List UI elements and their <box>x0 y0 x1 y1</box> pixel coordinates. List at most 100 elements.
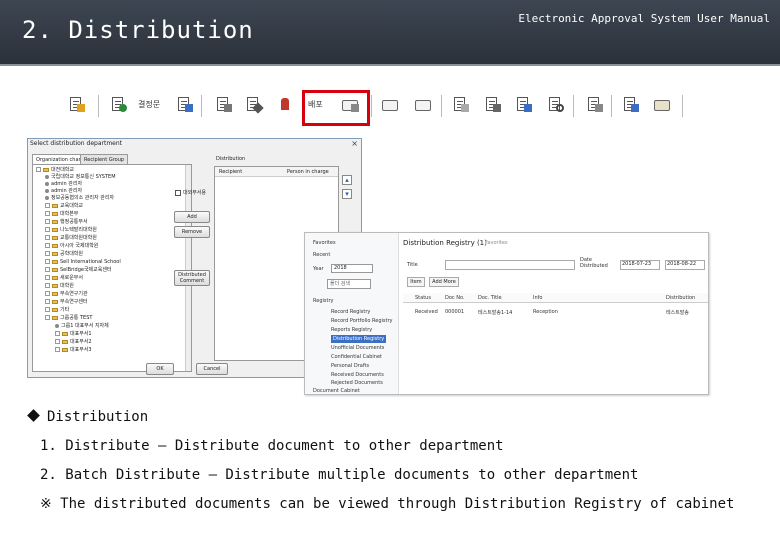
toolbar-divider <box>441 95 442 117</box>
checkbox-icon[interactable] <box>175 189 181 196</box>
copy-document-icon[interactable] <box>450 96 470 114</box>
toolbar-divider <box>682 95 683 117</box>
section-heading: Distribution <box>27 409 148 425</box>
instruction-line: 1. Distribute – Distribute document to o… <box>40 438 504 454</box>
row-title[interactable]: 테스트발송1-14 <box>478 309 512 316</box>
tree-item[interactable]: 정보공동협의소 관리자 관리자 <box>45 195 114 202</box>
recent-link[interactable]: Recent <box>313 252 330 258</box>
distribution-table-header: Recipient Person in charge <box>215 167 338 177</box>
tree-item[interactable]: 행정공통부서 <box>45 219 88 226</box>
registry-tree-item[interactable]: Rejected Documents <box>331 379 383 387</box>
row-status: Received <box>415 309 438 315</box>
date-from-input[interactable]: 2018-07-23 <box>620 260 660 270</box>
edit-document-icon[interactable] <box>213 96 233 114</box>
save-document-icon[interactable] <box>620 96 640 114</box>
column-header[interactable]: Recipient <box>219 169 242 175</box>
tab-recipient-group[interactable]: Recipient Group <box>80 154 129 164</box>
external-dept-checkbox[interactable]: 대외부서용 <box>175 189 206 196</box>
registry-tree-item[interactable]: Confidential Cabinet <box>331 353 382 361</box>
registry-tree-item[interactable]: Unofficial Documents <box>331 344 384 352</box>
tree-item[interactable]: 그룹1 대표부서 지자체 <box>55 323 109 330</box>
pen-icon[interactable] <box>243 96 264 114</box>
column-header[interactable]: Status <box>415 295 431 301</box>
column-header[interactable]: Info <box>533 295 542 301</box>
move-down-icon[interactable]: ▾ <box>342 189 352 199</box>
tree-item[interactable]: 기타 <box>45 307 69 314</box>
tree-item[interactable]: admin 관리자 <box>45 181 82 188</box>
registry-tree-item[interactable]: Document Cabinet <box>313 387 360 395</box>
approve-icon[interactable] <box>108 96 128 114</box>
tab-organization-chart[interactable]: Organization chart <box>32 154 87 164</box>
toolbar-text-button[interactable]: 결정문 <box>138 99 160 110</box>
search-document-icon[interactable] <box>545 96 565 114</box>
registry-tree-item-selected[interactable]: Distribution Registry <box>331 335 387 343</box>
tree-item[interactable]: 나노텍발리대학원 <box>45 227 97 234</box>
add-more-button[interactable]: Add More <box>429 277 459 287</box>
tree-item[interactable]: 대학본부 <box>45 211 78 218</box>
folder-search-input[interactable]: 폴더 검색 <box>327 279 371 289</box>
item-button[interactable]: Item <box>407 277 425 287</box>
toolbar-divider <box>201 95 202 117</box>
tree-item[interactable]: 부속연구기관 <box>45 291 88 298</box>
approval-toolbar: 결정문 배포 <box>58 93 688 121</box>
tree-item[interactable]: 그룹공통 TEST <box>45 315 92 322</box>
favorites-link[interactable]: Favorites <box>313 240 336 246</box>
remove-button[interactable]: Remove <box>174 226 210 238</box>
registry-tree-item[interactable]: Received Documents <box>331 371 384 379</box>
registry-tree-item[interactable]: Registry <box>313 297 333 305</box>
registry-sidebar: Favorites Recent Year 2018 폴더 검색 Registr… <box>305 233 399 394</box>
date-distributed-label: Date Distributed <box>580 257 608 269</box>
tree-item[interactable]: 교육대학교 <box>45 203 83 210</box>
tree-item[interactable]: SelBridge국제교육센터 <box>45 267 112 274</box>
row-distribution: 테스트발송 <box>666 310 690 316</box>
print-icon[interactable] <box>652 96 672 114</box>
tree-item[interactable]: 대전대학교 <box>36 167 74 174</box>
new-document-icon[interactable] <box>66 96 86 114</box>
tree-item[interactable]: 국립대학교 정보통신 SYSTEM <box>45 174 116 181</box>
close-icon[interactable]: × <box>351 139 358 148</box>
tree-item[interactable]: 부속연구센터 <box>45 299 88 306</box>
tree-item[interactable]: 대학원 <box>45 283 74 290</box>
registry-tree-item[interactable]: Personal Drafts <box>331 362 369 370</box>
column-header[interactable]: Doc. Title <box>478 295 502 301</box>
registry-tree-item[interactable]: Record Registry <box>331 308 370 316</box>
organization-tree: 대전대학교 국립대학교 정보통신 SYSTEM admin 관리자 admin … <box>32 164 192 372</box>
column-header[interactable]: Doc No. <box>445 295 465 301</box>
forward-document-icon[interactable] <box>513 96 533 114</box>
document-list-icon[interactable] <box>174 96 194 114</box>
year-select[interactable]: 2018 <box>331 264 373 273</box>
toolbar-divider <box>573 95 574 117</box>
column-header[interactable]: Person in charge <box>287 169 329 175</box>
tree-item[interactable]: 공학대학원 <box>45 251 83 258</box>
cancel-button[interactable]: Cancel <box>196 363 228 375</box>
table-row[interactable]: Received 000001 테스트발송1-14 Reception 테스트발… <box>403 307 708 317</box>
column-header[interactable]: Distribution <box>666 295 695 301</box>
stamp-icon[interactable] <box>275 96 295 114</box>
add-button[interactable]: Add <box>174 211 210 223</box>
date-to-input[interactable]: 2018-08-22 <box>665 260 705 270</box>
registry-title: Distribution Registry (1) <box>403 239 487 247</box>
ok-button[interactable]: OK <box>146 363 174 375</box>
header-divider <box>0 64 780 66</box>
tree-item[interactable]: 대표부서1 <box>55 331 92 338</box>
favorites-tag[interactable]: Favorites <box>485 240 508 246</box>
tree-item[interactable]: 대표부서3 <box>55 347 92 354</box>
registry-tree-item[interactable]: Reports Registry <box>331 326 372 334</box>
return-document-icon[interactable] <box>482 96 502 114</box>
tree-item[interactable]: 새로운부서 <box>45 275 83 282</box>
row-info: Reception <box>533 309 558 315</box>
chart-document-icon[interactable] <box>584 96 604 114</box>
move-up-icon[interactable]: ▴ <box>342 175 352 185</box>
distributed-comment-button[interactable]: Distributed Comment <box>174 270 210 286</box>
tree-item[interactable]: admin 관리자 <box>45 188 82 195</box>
toolbar-divider <box>371 95 372 117</box>
tree-item[interactable]: 아시아 국제대학원 <box>45 243 98 250</box>
registry-tree-item[interactable]: Record Portfolio Registry <box>331 317 393 325</box>
tree-item[interactable]: 대표부서2 <box>55 339 92 346</box>
tree-item[interactable]: Sell International School <box>45 259 121 266</box>
distribution-label: Distribution <box>216 156 246 162</box>
folder-icon[interactable] <box>380 96 400 114</box>
title-search-input[interactable] <box>445 260 575 270</box>
tree-item[interactable]: 교통대학원대학원 <box>45 235 97 242</box>
archive-icon[interactable] <box>413 96 433 114</box>
